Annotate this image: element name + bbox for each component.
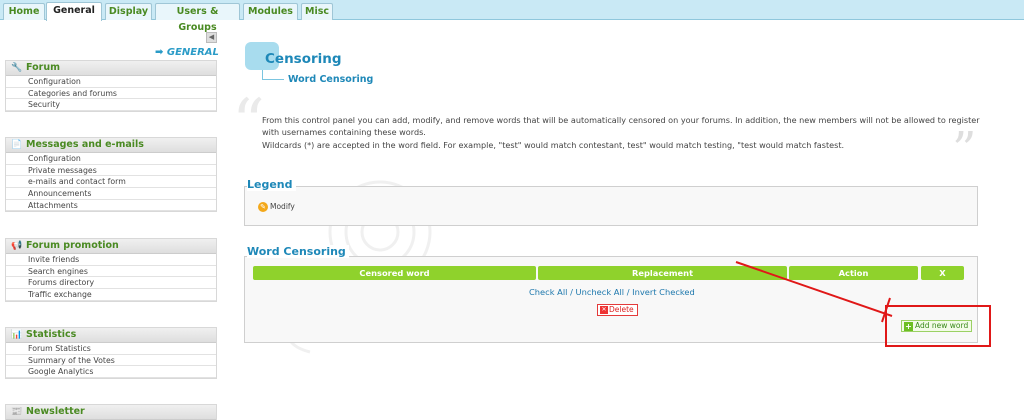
sidebar-item-security[interactable]: Security [6, 99, 216, 112]
tab-general[interactable]: General [46, 2, 102, 21]
subtitle-connector [262, 70, 284, 80]
sidebar-box-promotion: 📢 Forum promotion Invite friends Search … [5, 238, 217, 302]
page-subtitle: Word Censoring [288, 74, 374, 85]
sidebar-item-forum-statistics[interactable]: Forum Statistics [6, 343, 216, 355]
sidebar-item-configuration[interactable]: Configuration [6, 76, 216, 88]
sidebar-box-statistics: 📊 Statistics Forum Statistics Summary of… [5, 327, 217, 380]
legend-modify: ✎ Modify [258, 202, 295, 212]
legend-panel [244, 186, 978, 226]
uncheck-all-link[interactable]: Uncheck All [576, 287, 625, 297]
sidebar-item-emails-contact[interactable]: e-mails and contact form [6, 176, 216, 189]
delete-button[interactable]: ✕ Delete [597, 304, 638, 316]
pie-chart-icon: 📊 [11, 330, 23, 340]
sidebar-box-title: 📢 Forum promotion [6, 239, 216, 254]
sidebar-item-google-analytics[interactable]: Google Analytics [6, 366, 216, 379]
legend-title: Legend [247, 178, 296, 191]
sidebar-item-summary-votes[interactable]: Summary of the Votes [6, 354, 216, 367]
tab-users-groups[interactable]: Users & Groups [155, 3, 240, 33]
check-all-link[interactable]: Check All [529, 287, 567, 297]
delete-icon: ✕ [600, 306, 608, 314]
tab-modules[interactable]: Modules [243, 3, 298, 20]
sidebar-item-invite-friends[interactable]: Invite friends [6, 254, 216, 266]
column-header-x: X [921, 266, 964, 280]
sidebar-box-title: 📊 Statistics [6, 328, 216, 343]
tab-misc[interactable]: Misc [301, 3, 333, 20]
top-tab-bar: Home General Display Users & Groups Modu… [0, 0, 1024, 33]
check-links: Check All / Uncheck All / Invert Checked [529, 287, 695, 297]
collapse-arrow-icon[interactable]: ◀ [206, 32, 217, 43]
megaphone-icon: 📢 [11, 241, 23, 251]
sidebar-box-forum: 🔧 Forum Configuration Categories and for… [5, 60, 217, 113]
column-header-replacement: Replacement [538, 266, 787, 280]
open-quote-icon: “ [232, 86, 265, 160]
wrench-icon: 🔧 [11, 63, 23, 73]
sidebar-item-categories-forums[interactable]: Categories and forums [6, 87, 216, 100]
add-new-word-button[interactable]: + Add new word [901, 320, 973, 332]
sidebar-item-traffic-exchange[interactable]: Traffic exchange [6, 289, 216, 301]
sidebar-item-announcements[interactable]: Announcements [6, 188, 216, 200]
sidebar-item-forums-directory[interactable]: Forums directory [6, 277, 216, 290]
sidebar-box-title: 📄 Messages and e-mails [6, 138, 216, 153]
sidebar-box-newsletter: 📰 Newsletter [5, 404, 217, 420]
sidebar-item-attachments[interactable]: Attachments [6, 199, 216, 212]
sidebar-box-messages: 📄 Messages and e-mails Configuration Pri… [5, 137, 217, 213]
word-censoring-title: Word Censoring [247, 245, 349, 258]
newsletter-icon: 📰 [11, 407, 23, 417]
sidebar-item-msg-configuration[interactable]: Configuration [6, 153, 216, 165]
document-icon: 📄 [11, 140, 23, 150]
main-content: Censoring Word Censoring “ ” From this c… [232, 22, 1024, 420]
sidebar-box-title: 🔧 Forum [6, 61, 216, 76]
sidebar-item-private-messages[interactable]: Private messages [6, 164, 216, 177]
sidebar-section-label: ➡ GENERAL [155, 47, 219, 58]
page-title: Censoring [265, 51, 342, 67]
modify-icon: ✎ [258, 202, 268, 212]
column-header-censored-word: Censored word [253, 266, 536, 280]
tab-home[interactable]: Home [3, 3, 45, 20]
sidebar-item-search-engines[interactable]: Search engines [6, 265, 216, 278]
column-header-action: Action [789, 266, 918, 280]
page-description: From this control panel you can add, mod… [262, 115, 980, 150]
sidebar-box-title: 📰 Newsletter [6, 405, 216, 420]
invert-checked-link[interactable]: Invert Checked [632, 287, 695, 297]
tab-display[interactable]: Display [105, 3, 152, 20]
plus-icon: + [904, 321, 913, 331]
